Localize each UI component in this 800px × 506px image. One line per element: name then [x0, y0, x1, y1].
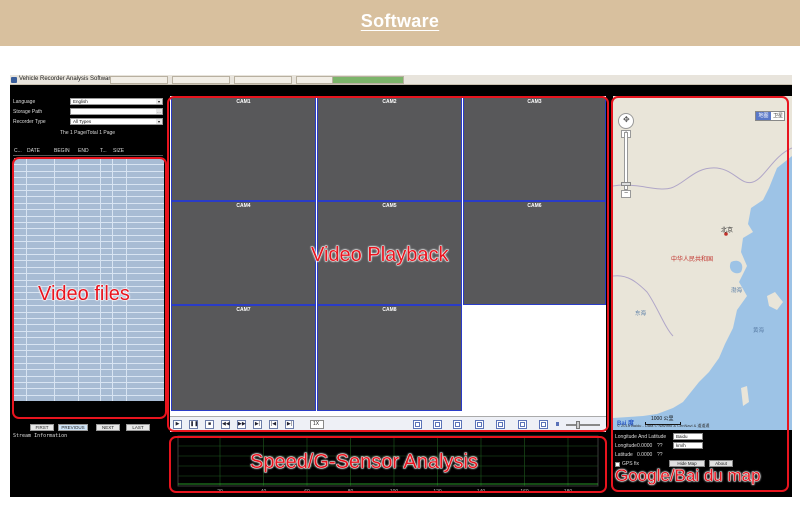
- language-label: Language: [13, 99, 36, 105]
- pager: FIRST PREVIOUS NEXT LAST: [30, 424, 160, 432]
- last-page-button[interactable]: LAST: [126, 424, 150, 431]
- recorder-type-value: All Types: [73, 119, 92, 124]
- banner-title: Software: [360, 11, 440, 31]
- speed-analysis-caption: Speed/G-Sensor Analysis: [250, 451, 479, 474]
- column-header[interactable]: END: [78, 148, 89, 154]
- language-select[interactable]: English ▾: [70, 98, 163, 105]
- column-header[interactable]: DATE: [27, 148, 40, 154]
- map-caption: Google/Bai du map: [615, 466, 761, 486]
- map-highlight: [611, 96, 789, 492]
- file-table-header: C... DATE BEGIN END T... SIZE: [13, 146, 163, 156]
- background-tab[interactable]: [332, 76, 404, 84]
- background-tab[interactable]: [234, 76, 292, 84]
- browse-icon[interactable]: …: [156, 109, 162, 114]
- column-header[interactable]: C...: [14, 148, 22, 154]
- video-playback-caption: Video Playback: [311, 244, 449, 267]
- recorder-type-select[interactable]: All Types ▾: [70, 118, 163, 125]
- chevron-down-icon: ▾: [156, 119, 162, 124]
- banner: Software: [0, 0, 800, 46]
- page-info: The 1 Page/Total 1 Page: [60, 130, 116, 136]
- recorder-type-label: Recorder Type: [13, 119, 46, 125]
- column-header[interactable]: SIZE: [113, 148, 124, 154]
- column-header[interactable]: BEGIN: [54, 148, 70, 154]
- video-files-caption: Video files: [38, 283, 131, 306]
- chevron-down-icon: ▾: [156, 99, 162, 104]
- app-icon: [11, 77, 17, 83]
- storage-path-label: Storage Path: [13, 109, 43, 115]
- storage-path-field[interactable]: …: [70, 108, 163, 115]
- background-tab[interactable]: [110, 76, 168, 84]
- background-tab[interactable]: [172, 76, 230, 84]
- app-title: Vehicle Recorder Analysis Software: [19, 76, 114, 82]
- language-value: English: [73, 99, 88, 104]
- next-page-button[interactable]: NEXT: [96, 424, 120, 431]
- stream-info-label: Stream Information: [13, 433, 68, 439]
- first-page-button[interactable]: FIRST: [30, 424, 54, 431]
- title-bar: Vehicle Recorder Analysis Software: [10, 75, 792, 85]
- previous-page-button[interactable]: PREVIOUS: [58, 424, 88, 431]
- column-header[interactable]: T...: [100, 148, 107, 154]
